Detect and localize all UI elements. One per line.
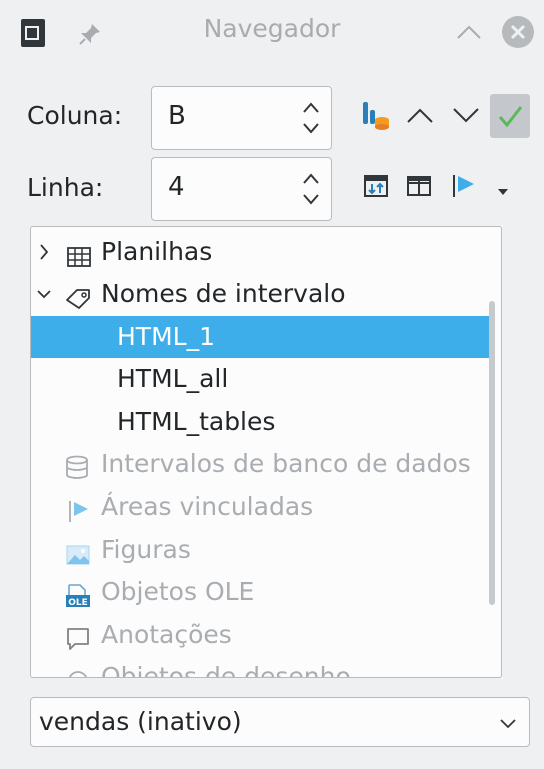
minimize-icon[interactable] (455, 22, 483, 46)
close-icon[interactable] (501, 15, 535, 53)
confirm-icon[interactable] (490, 94, 530, 142)
spin-arrows-icon[interactable] (301, 168, 321, 210)
tree-item-ole-objects[interactable]: OLE Objetos OLE (31, 571, 493, 613)
tree-item-html-tables[interactable]: HTML_tables (31, 401, 493, 443)
spin-arrows-icon[interactable] (301, 97, 321, 139)
row-label: Linha: (27, 173, 104, 202)
content-view-icon[interactable] (360, 100, 390, 136)
column-label: Coluna: (27, 101, 123, 130)
svg-text:OLE: OLE (68, 598, 88, 608)
tree-item-drawing-objects[interactable]: Objetos de desenho (31, 656, 493, 677)
document-select-value: vendas (inativo) (39, 707, 242, 736)
scrollbar-thumb[interactable] (489, 301, 495, 605)
title-bar: Navegador (0, 0, 544, 72)
tree-scrollbar[interactable] (489, 227, 501, 677)
tree-item-linked-areas[interactable]: Áreas vinculadas (31, 486, 493, 528)
column-row: Coluna: B (0, 82, 544, 152)
next-icon[interactable] (451, 104, 481, 130)
tree-item-html-all[interactable]: HTML_all (31, 358, 493, 400)
tree-item-database-ranges[interactable]: Intervalos de banco de dados (31, 443, 493, 485)
document-select[interactable]: vendas (inativo) (30, 697, 530, 747)
dropdown-icon[interactable] (497, 182, 509, 201)
drag-mode-icon[interactable] (450, 172, 480, 204)
previous-icon[interactable] (405, 104, 435, 130)
row-row: Linha: 4 (0, 152, 544, 222)
navigator-tree[interactable]: Planilhas Nomes de intervalo HTML_1 HTML… (30, 226, 502, 678)
column-value[interactable]: B (168, 101, 186, 131)
tree-item-planilhas[interactable]: Planilhas (31, 231, 493, 273)
row-value[interactable]: 4 (168, 172, 185, 202)
tree-item-html-1[interactable]: HTML_1 (31, 316, 493, 358)
toggle-icon[interactable] (363, 172, 391, 204)
tree-item-range-names[interactable]: Nomes de intervalo (31, 273, 493, 315)
row-spinbox[interactable]: 4 (151, 157, 332, 221)
drawing-icon (65, 665, 91, 677)
tree-item-images[interactable]: Figuras (31, 529, 493, 571)
column-spinbox[interactable]: B (151, 86, 332, 150)
chevron-down-icon[interactable] (499, 715, 517, 734)
scenarios-icon[interactable] (406, 174, 432, 202)
tree-item-comments[interactable]: Anotações (31, 614, 493, 656)
